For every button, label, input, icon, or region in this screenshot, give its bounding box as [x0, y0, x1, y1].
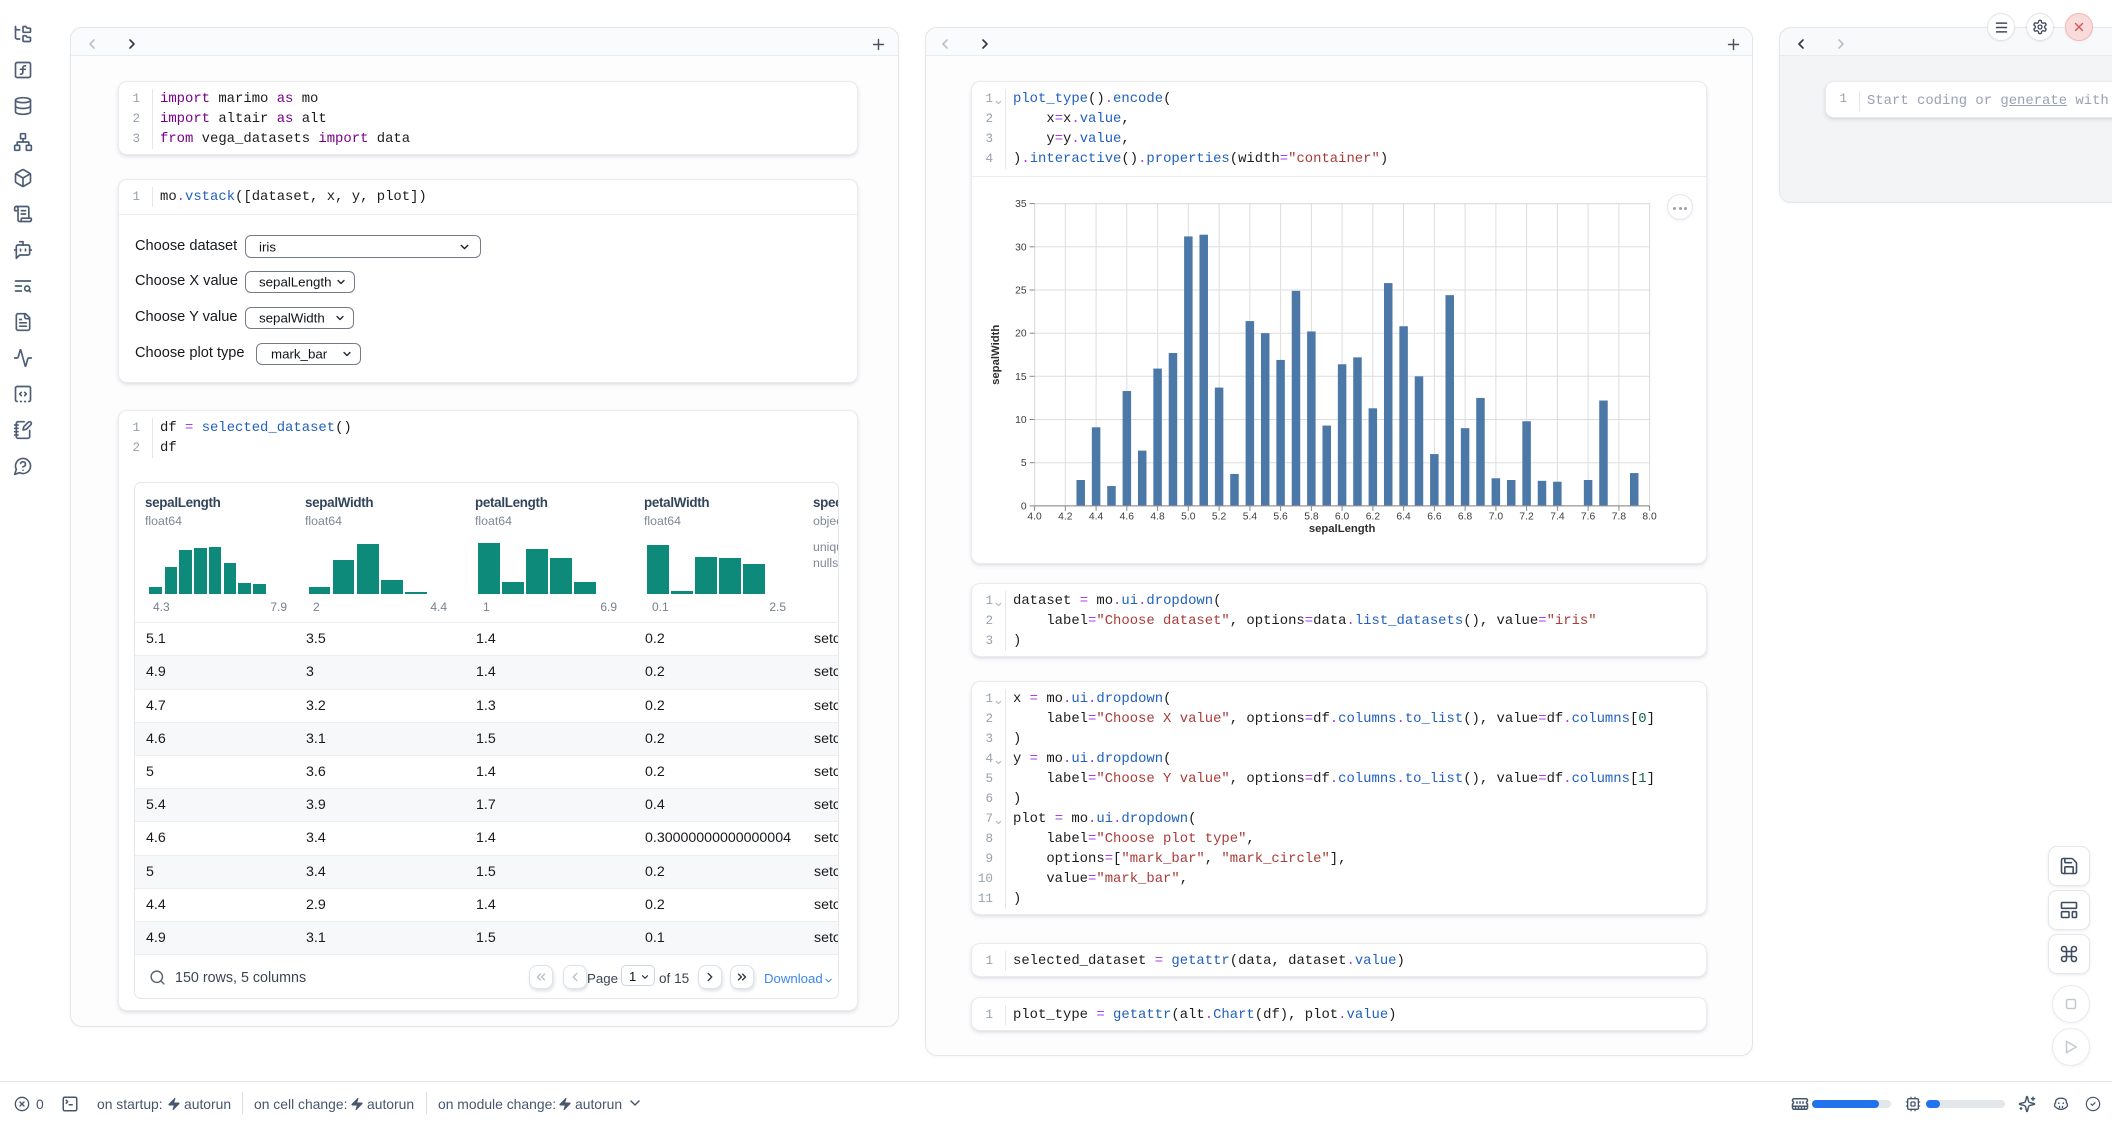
svg-text:5.4: 5.4	[1243, 511, 1258, 522]
svg-text:10: 10	[1015, 415, 1027, 426]
svg-text:6.4: 6.4	[1396, 511, 1411, 522]
svg-text:sepalLength: sepalLength	[1309, 523, 1376, 535]
svg-text:4.0: 4.0	[1027, 511, 1042, 522]
svg-text:4.6: 4.6	[1120, 511, 1135, 522]
svg-text:25: 25	[1015, 286, 1027, 297]
svg-text:7.4: 7.4	[1550, 511, 1565, 522]
svg-text:35: 35	[1015, 199, 1027, 210]
svg-text:8.0: 8.0	[1642, 511, 1657, 522]
svg-text:7.0: 7.0	[1489, 511, 1504, 522]
svg-text:0: 0	[1021, 501, 1027, 512]
svg-text:7.2: 7.2	[1519, 511, 1534, 522]
svg-text:sepalWidth: sepalWidth	[990, 325, 1002, 385]
svg-text:5.0: 5.0	[1181, 511, 1196, 522]
svg-text:5.8: 5.8	[1304, 511, 1319, 522]
svg-text:30: 30	[1015, 242, 1027, 253]
svg-text:4.4: 4.4	[1089, 511, 1104, 522]
svg-text:4.8: 4.8	[1150, 511, 1165, 522]
svg-text:6.6: 6.6	[1427, 511, 1442, 522]
svg-text:5: 5	[1021, 458, 1027, 469]
svg-text:5.2: 5.2	[1212, 511, 1227, 522]
svg-text:7.6: 7.6	[1581, 511, 1596, 522]
svg-text:4.2: 4.2	[1058, 511, 1073, 522]
svg-text:6.0: 6.0	[1335, 511, 1350, 522]
svg-text:6.2: 6.2	[1366, 511, 1381, 522]
svg-text:7.8: 7.8	[1612, 511, 1627, 522]
svg-text:20: 20	[1015, 329, 1027, 340]
svg-text:6.8: 6.8	[1458, 511, 1473, 522]
svg-text:5.6: 5.6	[1273, 511, 1288, 522]
svg-text:15: 15	[1015, 372, 1027, 383]
